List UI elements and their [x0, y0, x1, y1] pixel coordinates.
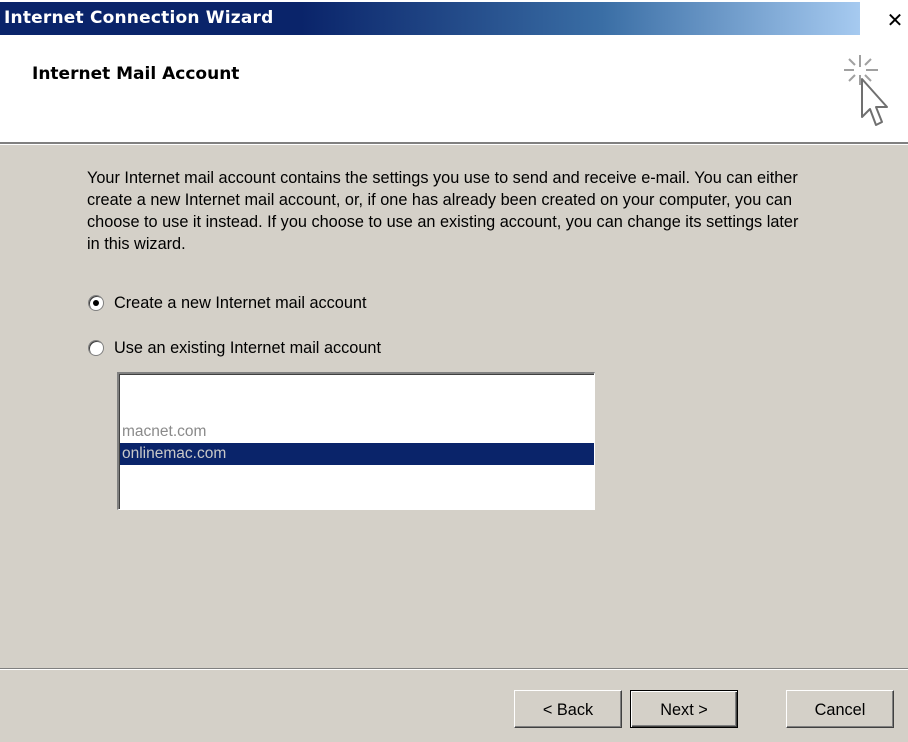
wizard-window: Internet Connection Wizard ✕ Internet Ma…: [0, 0, 908, 742]
radio-button-unchecked-icon[interactable]: [88, 340, 104, 356]
window-title: Internet Connection Wizard: [4, 8, 274, 28]
cancel-button[interactable]: Cancel: [786, 690, 894, 728]
page-title: Internet Mail Account: [32, 64, 240, 84]
next-button[interactable]: Next >: [630, 690, 738, 728]
list-item-macnet[interactable]: macnet.com: [120, 421, 594, 443]
title-bar[interactable]: Internet Connection Wizard ✕: [0, 0, 908, 37]
wizard-header: Internet Mail Account: [0, 37, 908, 144]
back-button[interactable]: < Back: [514, 690, 622, 728]
close-icon: ✕: [886, 8, 904, 32]
description-text: Your Internet mail account contains the …: [87, 169, 799, 253]
existing-accounts-list[interactable]: macnet.com onlinemac.com: [117, 372, 595, 510]
option-use-existing[interactable]: Use an existing Internet mail account: [88, 336, 381, 360]
option-create-new[interactable]: Create a new Internet mail account: [88, 291, 367, 315]
wizard-cursor-sparkle-icon: [844, 55, 888, 126]
option-use-existing-label: Use an existing Internet mail account: [114, 338, 381, 357]
footer-separator: [0, 668, 908, 670]
option-create-new-label: Create a new Internet mail account: [114, 293, 367, 312]
close-button[interactable]: ✕: [882, 8, 908, 34]
radio-button-checked-icon[interactable]: [88, 295, 104, 311]
list-item-onlinemac[interactable]: onlinemac.com: [120, 443, 594, 465]
